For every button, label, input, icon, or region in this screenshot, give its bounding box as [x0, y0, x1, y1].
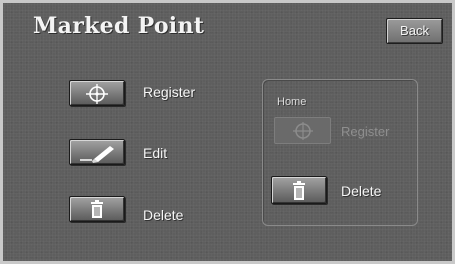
marked-point-screen: Marked Point Back Register Edit Delete H…	[0, 0, 455, 264]
crosshair-icon	[86, 84, 108, 104]
register-label: Register	[143, 84, 196, 100]
edit-label: Edit	[143, 145, 168, 161]
home-register-label: Register	[341, 124, 390, 139]
delete-label: Delete	[143, 207, 184, 223]
home-heading: Home	[277, 96, 307, 108]
home-delete-label: Delete	[341, 183, 382, 199]
pen-icon	[80, 146, 114, 163]
page-title: Marked Point	[33, 13, 205, 39]
crosshair-icon	[293, 122, 313, 140]
home-register-button	[274, 117, 331, 144]
home-panel: Home Register Delete	[262, 79, 418, 226]
trash-icon	[293, 181, 305, 200]
trash-icon	[91, 200, 103, 218]
delete-button[interactable]	[69, 196, 125, 222]
back-button[interactable]: Back	[386, 18, 443, 44]
register-button[interactable]	[69, 80, 125, 106]
home-delete-button[interactable]	[271, 176, 327, 204]
edit-button[interactable]	[69, 139, 125, 165]
